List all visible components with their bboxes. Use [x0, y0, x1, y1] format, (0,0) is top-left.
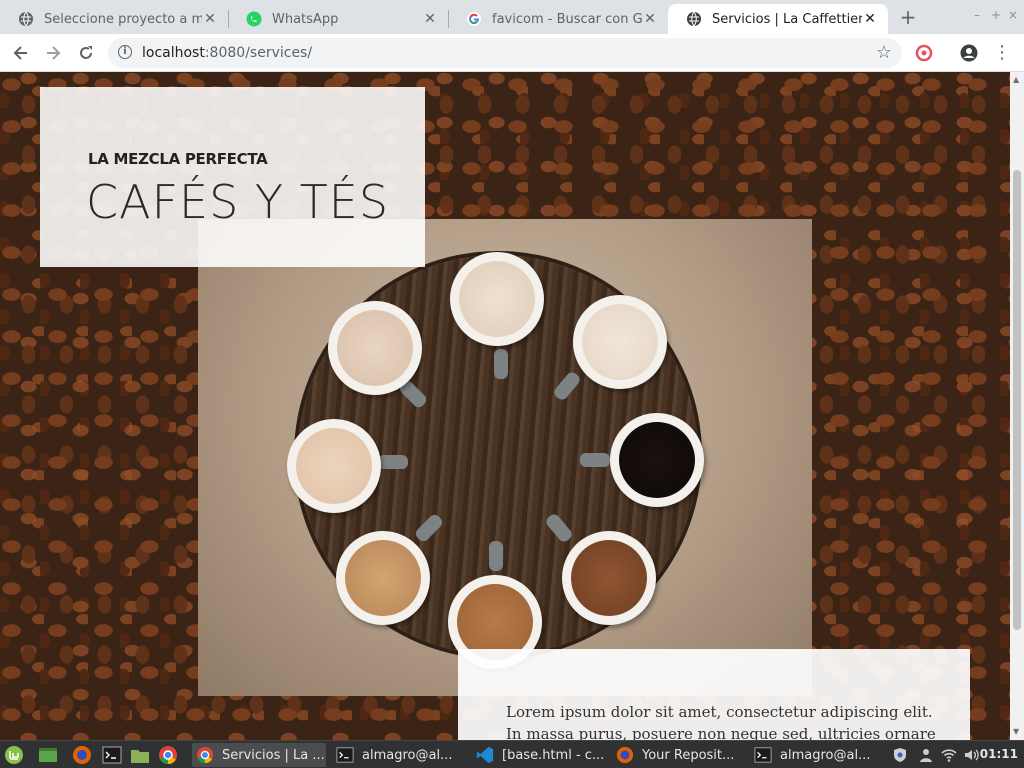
- section-subheading: LA MEZCLA PERFECTA: [88, 150, 268, 168]
- description-card: Lorem ipsum dolor sit amet, consectetur …: [458, 649, 970, 740]
- browser-tab-strip: Seleccione proyecto a mod ✕ WhatsApp ✕ f…: [0, 0, 1024, 34]
- maximize-icon[interactable]: +: [991, 8, 1001, 22]
- address-bar[interactable]: i localhost:8080/services/ ☆: [108, 38, 902, 68]
- reload-button[interactable]: [76, 43, 96, 63]
- globe-icon: [687, 11, 701, 27]
- taskbar-item-vscode[interactable]: [base.html - c...: [472, 743, 606, 767]
- firefox-icon: [616, 746, 634, 764]
- site-info-icon[interactable]: i: [118, 45, 132, 59]
- tab-servicios-caffettiera[interactable]: Servicios | La Caffettiera ✕: [668, 4, 888, 34]
- close-window-icon[interactable]: ×: [1008, 8, 1018, 22]
- scrollbar-thumb[interactable]: [1013, 170, 1021, 630]
- taskbar-item-chrome[interactable]: Servicios | La ...: [192, 743, 326, 767]
- extension-icon[interactable]: [915, 44, 933, 62]
- globe-icon: [19, 11, 33, 27]
- vscode-icon: [476, 746, 494, 764]
- chrome-icon[interactable]: [158, 745, 178, 765]
- close-tab-icon[interactable]: ✕: [422, 11, 438, 27]
- files-icon[interactable]: [130, 745, 150, 765]
- whatsapp-icon: [246, 11, 262, 27]
- browser-toolbar: i localhost:8080/services/ ☆ ⋮: [0, 34, 1024, 72]
- page-scrollbar[interactable]: ▲ ▼: [1010, 72, 1024, 740]
- description-text: Lorem ipsum dolor sit amet, consectetur …: [506, 703, 936, 740]
- new-tab-button[interactable]: +: [898, 7, 918, 27]
- tab-seleccione-proyecto[interactable]: Seleccione proyecto a mod ✕: [0, 4, 228, 34]
- taskbar-item-terminal-2[interactable]: almagro@al...: [750, 743, 880, 767]
- heading-card: LA MEZCLA PERFECTA CAFÉS Y TÉS: [40, 87, 425, 267]
- os-taskbar: Servicios | La ... almagro@al... [base.h…: [0, 740, 1024, 768]
- arrow-left-icon: [13, 46, 27, 60]
- firefox-icon[interactable]: [72, 745, 92, 765]
- mint-menu-icon[interactable]: [4, 745, 24, 765]
- show-desktop-icon[interactable]: [38, 745, 58, 765]
- menu-kebab-icon[interactable]: ⋮: [992, 43, 1012, 63]
- taskbar-item-terminal[interactable]: almagro@al...: [332, 743, 466, 767]
- coffee-cups-photo: [198, 219, 812, 696]
- scroll-down-icon[interactable]: ▼: [1013, 727, 1019, 736]
- terminal-icon: [754, 747, 772, 763]
- taskbar-item-firefox[interactable]: Your Reposit...: [612, 743, 746, 767]
- shield-icon[interactable]: [892, 747, 908, 763]
- tab-whatsapp[interactable]: WhatsApp ✕: [228, 4, 448, 34]
- volume-icon[interactable]: [963, 747, 979, 763]
- tab-favicom-google[interactable]: favicom - Buscar con Goog ✕: [448, 4, 668, 34]
- user-icon[interactable]: [918, 747, 934, 763]
- url-text[interactable]: localhost:8080/services/: [142, 45, 312, 61]
- reload-icon: [80, 46, 92, 59]
- clock[interactable]: 01:11: [980, 747, 1018, 761]
- close-tab-icon[interactable]: ✕: [202, 11, 218, 27]
- profile-icon[interactable]: [960, 44, 978, 62]
- page-viewport: LA MEZCLA PERFECTA CAFÉS Y TÉS Lorem ips…: [0, 72, 1010, 740]
- chrome-icon: [196, 746, 214, 764]
- forward-button[interactable]: [43, 43, 63, 63]
- close-tab-icon[interactable]: ✕: [642, 11, 658, 27]
- google-icon: [466, 11, 482, 27]
- minimize-icon[interactable]: –: [974, 8, 980, 22]
- arrow-right-icon: [47, 46, 61, 60]
- section-heading: CAFÉS Y TÉS: [86, 175, 390, 229]
- wifi-icon[interactable]: [941, 747, 957, 763]
- terminal-icon[interactable]: [102, 745, 122, 765]
- bookmark-star-icon[interactable]: ☆: [876, 42, 892, 63]
- scroll-up-icon[interactable]: ▲: [1013, 75, 1019, 84]
- back-button[interactable]: [11, 43, 31, 63]
- terminal-icon: [336, 747, 354, 763]
- close-tab-icon[interactable]: ✕: [862, 11, 878, 27]
